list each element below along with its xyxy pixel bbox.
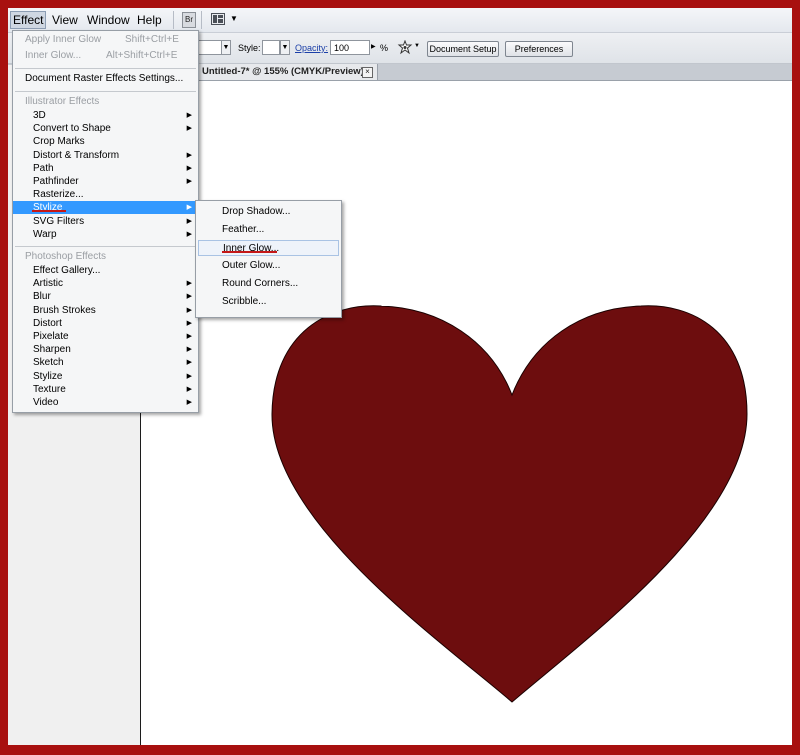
menu-item-photoshop-pixelate[interactable]: Pixelate ▶ <box>13 330 198 343</box>
menu-header-photoshop-effects: Photoshop Effects <box>25 251 106 262</box>
menu-item-photoshop-stylize[interactable]: Stylize ▶ <box>13 370 198 383</box>
recolor-artwork-icon[interactable] <box>397 39 413 56</box>
preferences-button[interactable]: Preferences <box>505 41 573 57</box>
menu-item-illustrator-warp[interactable]: Warp ▶ <box>13 228 198 241</box>
menu-item-photoshop-artistic[interactable]: Artistic ▶ <box>13 277 198 290</box>
submenu-arrow-icon: ▶ <box>186 204 192 212</box>
submenu-arrow-icon: ▶ <box>186 112 192 119</box>
menu-item-illustrator-rasterize[interactable]: Rasterize... <box>13 188 198 201</box>
annotation-underline-inner-glow <box>222 251 277 253</box>
menu-item-illustrator-path[interactable]: Path ▶ <box>13 162 198 175</box>
menu-item-illustrator-3d[interactable]: 3D ▶ <box>13 109 198 122</box>
menu-item-photoshop-distort[interactable]: Distort ▶ <box>13 317 198 330</box>
chevron-down-icon: ▼ <box>281 44 289 51</box>
menu-divider <box>15 68 196 69</box>
submenu-arrow-icon: ▶ <box>186 333 192 340</box>
stroke-field[interactable] <box>198 40 222 55</box>
workspace-layout-icon[interactable] <box>211 13 225 25</box>
app-window: Effect View Window Help Br ▼ ▼ Style: ▼ … <box>8 8 792 745</box>
menu-help[interactable]: Help <box>135 12 164 28</box>
submenu-arrow-icon: ▶ <box>186 385 192 393</box>
submenu-arrow-icon: ▶ <box>186 399 192 406</box>
submenu-item-scribble[interactable]: Scribble... <box>196 294 341 310</box>
menu-view[interactable]: View <box>50 12 80 28</box>
menu-item-raster-effects-settings[interactable]: Document Raster Effects Settings... <box>13 72 198 85</box>
menu-divider <box>15 246 196 247</box>
annotation-underline-stylize <box>32 210 66 212</box>
menu-item-illustrator-stylize[interactable]: Stylize ▶ <box>13 201 198 215</box>
submenu-item-inner-glow[interactable]: Inner Glow... <box>198 240 339 256</box>
style-label: Style: <box>238 43 261 53</box>
close-icon[interactable]: × <box>362 67 373 78</box>
menu-separator <box>201 11 202 29</box>
document-setup-button[interactable]: Document Setup <box>427 41 499 57</box>
opacity-arrow-icon[interactable]: ▶ <box>371 43 376 50</box>
chevron-down-icon: ▼ <box>222 44 230 51</box>
menu-item-illustrator-pathfinder[interactable]: Pathfinder ▶ <box>13 175 198 188</box>
submenu-arrow-icon: ▶ <box>186 346 192 354</box>
submenu-arrow-icon: ▶ <box>186 164 192 172</box>
menu-item-illustrator-distort-and-transform[interactable]: Distort & Transform ▶ <box>13 149 198 162</box>
percent-label: % <box>380 43 389 53</box>
submenu-arrow-icon: ▶ <box>186 217 192 225</box>
document-tab[interactable]: Untitled-7* @ 155% (CMYK/Preview) × <box>196 64 378 80</box>
stylize-submenu: Drop Shadow... Feather... Inner Glow... Out… <box>195 200 342 318</box>
submenu-arrow-icon: ▶ <box>186 151 192 159</box>
submenu-arrow-icon: ▶ <box>186 372 192 380</box>
artboard-canvas[interactable] <box>141 81 792 745</box>
document-tab-title: Untitled-7* @ 155% (CMYK/Preview) <box>202 66 364 77</box>
effect-menu: Apply Inner Glow Shift+Ctrl+E Inner Glow… <box>12 30 199 413</box>
submenu-arrow-icon: ▶ <box>186 306 192 314</box>
menu-item-photoshop-video[interactable]: Video ▶ <box>13 396 198 409</box>
opacity-input[interactable]: 100 <box>330 40 370 55</box>
menu-window[interactable]: Window <box>85 12 132 28</box>
menu-item-photoshop-blur[interactable]: Blur ▶ <box>13 290 198 303</box>
menu-effect[interactable]: Effect <box>10 11 47 29</box>
bridge-icon[interactable]: Br <box>182 12 196 28</box>
menu-separator <box>173 11 174 29</box>
submenu-item-drop-shadow[interactable]: Drop Shadow... <box>196 204 341 220</box>
submenu-arrow-icon: ▶ <box>186 359 192 367</box>
menu-header-illustrator-effects: Illustrator Effects <box>25 96 100 107</box>
menu-item-illustrator-convert-to-shape[interactable]: Convert to Shape ▶ <box>13 122 198 135</box>
menu-item-illustrator-svg-filters[interactable]: SVG Filters ▶ <box>13 215 198 228</box>
submenu-arrow-icon: ▶ <box>186 280 192 288</box>
menu-item-photoshop-sketch[interactable]: Sketch ▶ <box>13 356 198 369</box>
submenu-item-round-corners[interactable]: Round Corners... <box>196 276 341 292</box>
submenu-arrow-icon: ▶ <box>186 293 192 301</box>
submenu-arrow-icon: ▶ <box>186 125 192 133</box>
menu-divider <box>15 91 196 92</box>
opacity-label[interactable]: Opacity: <box>295 43 328 53</box>
menu-item-illustrator-crop-marks[interactable]: Crop Marks <box>13 135 198 148</box>
menu-item-apply-last-effect[interactable]: Apply Inner Glow Shift+Ctrl+E <box>13 33 198 46</box>
menu-item-photoshop-effect-gallery[interactable]: Effect Gallery... <box>13 264 198 277</box>
style-dropdown[interactable]: ▼ <box>280 40 290 55</box>
style-swatch[interactable] <box>262 40 280 55</box>
submenu-arrow-icon: ▶ <box>186 178 192 185</box>
stroke-dropdown[interactable]: ▼ <box>221 40 231 55</box>
menu-item-photoshop-brush-strokes[interactable]: Brush Strokes ▶ <box>13 304 198 317</box>
recolor-dropdown-icon[interactable]: ▼ <box>414 43 420 49</box>
menu-item-photoshop-texture[interactable]: Texture ▶ <box>13 383 198 396</box>
heart-shape[interactable] <box>141 81 792 745</box>
submenu-arrow-icon: ▶ <box>186 230 192 238</box>
workspace-dropdown-icon[interactable]: ▼ <box>230 14 238 23</box>
submenu-arrow-icon: ▶ <box>186 319 192 327</box>
menu-item-photoshop-sharpen[interactable]: Sharpen ▶ <box>13 343 198 356</box>
submenu-item-feather[interactable]: Feather... <box>196 222 341 238</box>
submenu-item-outer-glow[interactable]: Outer Glow... <box>196 258 341 274</box>
menu-item-last-effect[interactable]: Inner Glow... Alt+Shift+Ctrl+E <box>13 49 198 62</box>
